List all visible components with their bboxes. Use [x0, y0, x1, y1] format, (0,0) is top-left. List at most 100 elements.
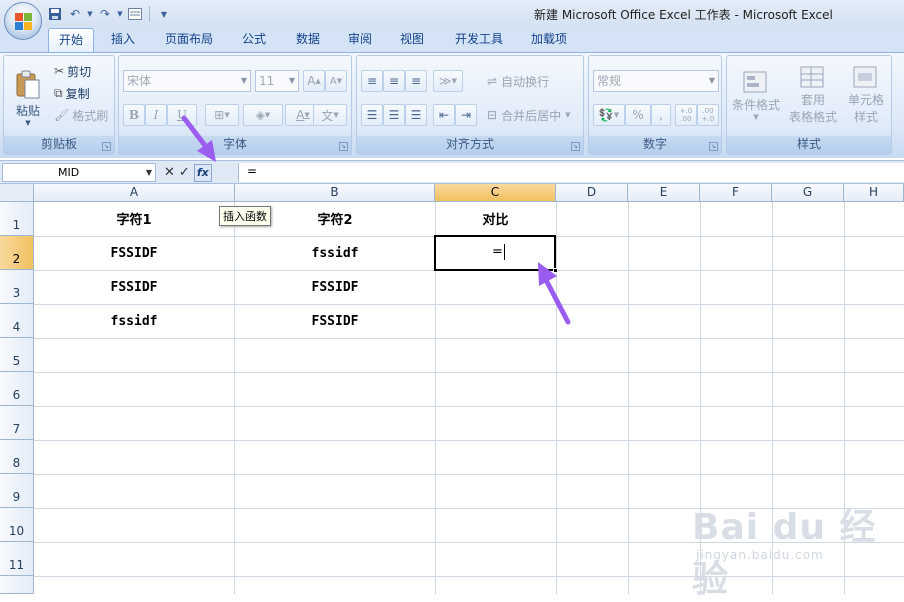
comma-button[interactable]: , [651, 104, 671, 126]
cell-b4[interactable]: FSSIDF [235, 305, 435, 338]
row-header-11[interactable]: 11 [0, 542, 34, 576]
currency-button[interactable]: 💱 ▼ [593, 104, 625, 126]
copy-button[interactable]: ⧉ 复制 [54, 84, 90, 102]
orientation-button[interactable]: ≫ ▼ [433, 70, 463, 92]
tab-review[interactable]: 审阅 [338, 28, 382, 52]
align-bottom-button[interactable]: ≡ [405, 70, 427, 92]
cell-a2[interactable]: FSSIDF [34, 237, 234, 270]
merge-center-button[interactable]: ⊟ 合并后居中 ▼ [487, 104, 570, 126]
paste-dropdown-icon[interactable]: ▼ [25, 119, 30, 127]
cell-c1[interactable]: 对比 [435, 204, 556, 237]
tab-formulas[interactable]: 公式 [232, 28, 276, 52]
row-header-5[interactable]: 5 [0, 338, 34, 372]
row-header-10[interactable]: 10 [0, 508, 34, 542]
tab-insert[interactable]: 插入 [100, 28, 146, 52]
row-header-4[interactable]: 4 [0, 304, 34, 338]
insert-function-button[interactable]: fx [193, 163, 212, 182]
undo-icon[interactable]: ↶ [66, 5, 84, 23]
align-center-button[interactable]: ☰ [383, 104, 405, 126]
tab-home[interactable]: 开始 [48, 28, 94, 52]
tab-data[interactable]: 数据 [286, 28, 330, 52]
align-right-button[interactable]: ☰ [405, 104, 427, 126]
cell-styles-button[interactable]: 单元格 样式 [841, 62, 891, 128]
office-button[interactable] [4, 2, 42, 40]
cell-b3[interactable]: FSSIDF [235, 271, 435, 304]
font-launcher-icon[interactable]: ↘ [339, 142, 348, 151]
cell-a1[interactable]: 字符1 [34, 204, 234, 237]
fill-handle[interactable] [553, 268, 558, 273]
align-middle-button[interactable]: ≡ [383, 70, 405, 92]
row-header-8[interactable]: 8 [0, 440, 34, 474]
fill-color-button[interactable]: ◈ ▼ [243, 104, 283, 126]
percent-button[interactable]: % [625, 104, 651, 126]
alignment-launcher-icon[interactable]: ↘ [571, 142, 580, 151]
active-cell-c2[interactable]: = [434, 235, 558, 273]
column-header-a[interactable]: A [34, 184, 235, 202]
tab-developer[interactable]: 开发工具 [446, 28, 512, 52]
cancel-icon[interactable]: ✕ [164, 165, 175, 180]
grow-font-button[interactable]: A ▲ [303, 70, 325, 92]
column-header-b[interactable]: B [235, 184, 435, 202]
border-button[interactable]: ⊞ ▼ [205, 104, 239, 126]
cell-b2[interactable]: fssidf [235, 237, 435, 270]
decrease-indent-button[interactable]: ⇤ [433, 104, 455, 126]
formula-input[interactable]: = [238, 163, 904, 182]
column-header-c[interactable]: C [435, 184, 556, 202]
tab-page-layout[interactable]: 页面布局 [156, 28, 222, 52]
undo-dropdown-icon[interactable]: ▼ [86, 5, 94, 23]
number-launcher-icon[interactable]: ↘ [709, 142, 718, 151]
tab-addins[interactable]: 加载项 [522, 28, 576, 52]
form-icon[interactable] [126, 5, 144, 23]
decrease-decimal-button[interactable]: .00 +.0 [697, 104, 719, 126]
font-color-icon: A [296, 108, 305, 122]
wrap-text-button[interactable]: ⇌ 自动换行 [487, 70, 549, 92]
increase-indent-button[interactable]: ⇥ [455, 104, 477, 126]
title-bar: ↶ ▼ ↷ ▼ ▼ 新建 Microsoft Office Excel 工作表 … [0, 0, 904, 28]
format-as-table-button[interactable]: 套用 表格格式 [785, 62, 841, 128]
font-name-combo[interactable]: 宋体 ▼ [123, 70, 251, 92]
tab-view[interactable]: 视图 [390, 28, 434, 52]
font-size-combo[interactable]: 11 ▼ [255, 70, 299, 92]
customize-qat-icon[interactable]: ▼ [155, 5, 173, 23]
cut-button[interactable]: ✂ 剪切 [54, 62, 91, 80]
conditional-format-icon [743, 71, 767, 92]
enter-icon[interactable]: ✓ [179, 165, 190, 180]
save-icon[interactable] [46, 5, 64, 23]
redo-icon[interactable]: ↷ [96, 5, 114, 23]
format-painter-button[interactable]: 🖌 格式刷 [54, 106, 108, 124]
clipboard-launcher-icon[interactable]: ↘ [102, 142, 111, 151]
row-header-7[interactable]: 7 [0, 406, 34, 440]
column-header-h[interactable]: H [844, 184, 904, 202]
column-header-e[interactable]: E [628, 184, 700, 202]
bold-button[interactable]: B [123, 104, 145, 126]
column-header-d[interactable]: D [556, 184, 628, 202]
row-header-6[interactable]: 6 [0, 372, 34, 406]
align-top-button[interactable]: ≡ [361, 70, 383, 92]
row-header-1[interactable]: 1 [0, 202, 34, 236]
number-format-combo[interactable]: 常规 ▼ [593, 70, 719, 92]
font-group: 宋体 ▼ 11 ▼ A ▲ A ▼ B I U ⊞ ▼ ◈ ▼ A ▼ 文 ▼ 字体 ↘ [118, 55, 352, 155]
increase-decimal-button[interactable]: +.0 .00 [675, 104, 697, 126]
phonetic-icon: 文 [321, 108, 334, 123]
row-header-2[interactable]: 2 [0, 236, 34, 270]
name-box[interactable]: MID ▼ [2, 163, 156, 182]
cell-a3[interactable]: FSSIDF [34, 271, 234, 304]
number-group: 常规 ▼ 💱 ▼ % , +.0 .00 .00 +.0 数字 ↘ [588, 55, 722, 155]
select-all-corner[interactable] [0, 184, 34, 202]
shrink-font-button[interactable]: A ▼ [325, 70, 347, 92]
column-header-g[interactable]: G [772, 184, 844, 202]
cell-a4[interactable]: fssidf [34, 305, 234, 338]
redo-dropdown-icon[interactable]: ▼ [116, 5, 124, 23]
italic-button[interactable]: I [145, 104, 167, 126]
conditional-format-button[interactable]: 条件格式 ▼ [729, 62, 783, 128]
row-header-9[interactable]: 9 [0, 474, 34, 508]
row-header-3[interactable]: 3 [0, 270, 34, 304]
phonetic-button[interactable]: 文 ▼ [313, 104, 347, 126]
paste-button[interactable]: 粘贴 ▼ [8, 60, 48, 136]
column-header-f[interactable]: F [700, 184, 772, 202]
table-format-label-1: 套用 [800, 93, 825, 107]
underline-button[interactable]: U [167, 104, 197, 126]
conditional-format-label: 条件格式 [731, 97, 780, 112]
align-left-button[interactable]: ☰ [361, 104, 383, 126]
row-header-12[interactable] [0, 576, 34, 594]
